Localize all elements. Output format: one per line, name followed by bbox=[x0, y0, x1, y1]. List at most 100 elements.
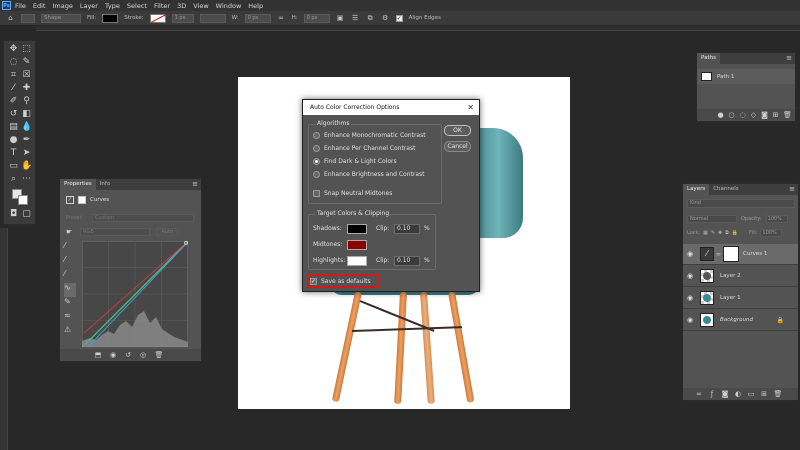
highlights-swatch[interactable] bbox=[347, 255, 367, 266]
lock-position-icon[interactable]: ✥ bbox=[718, 230, 722, 236]
trash-icon[interactable]: 🗑 bbox=[783, 111, 792, 119]
auto-button[interactable]: Auto bbox=[156, 227, 178, 236]
lock-all-icon[interactable]: 🔒 bbox=[732, 230, 738, 236]
tab-paths[interactable]: Paths bbox=[697, 53, 720, 64]
blur-tool-icon[interactable]: 💧 bbox=[21, 122, 32, 133]
stroke-width-field[interactable]: 1 px bbox=[171, 13, 194, 23]
eye-icon[interactable]: ◉ bbox=[685, 272, 695, 280]
menu-edit[interactable]: Edit bbox=[33, 2, 46, 10]
pen-tool-icon[interactable]: ✒ bbox=[21, 135, 32, 146]
shadows-clip-input[interactable]: 0.10 bbox=[394, 223, 420, 234]
frame-tool-icon[interactable]: ☒ bbox=[21, 70, 32, 81]
eye-icon[interactable]: ◉ bbox=[685, 316, 695, 324]
ok-button[interactable]: OK bbox=[444, 125, 471, 136]
zoom-tool-icon[interactable]: ⌕ bbox=[8, 174, 19, 185]
opacity-field[interactable]: 100% bbox=[765, 214, 788, 223]
load-selection-icon[interactable]: ◌ bbox=[739, 111, 746, 119]
trash-icon[interactable]: 🗑 bbox=[155, 351, 164, 359]
stroke-type-select[interactable] bbox=[199, 13, 226, 23]
menu-image[interactable]: Image bbox=[52, 2, 72, 10]
menu-file[interactable]: File bbox=[15, 2, 26, 10]
clip-to-layer-icon[interactable]: ⬒ bbox=[95, 351, 102, 359]
close-icon[interactable]: ✕ bbox=[467, 100, 474, 115]
visibility-icon[interactable]: ◎ bbox=[140, 351, 147, 359]
new-path-icon[interactable]: ⊞ bbox=[772, 111, 779, 119]
preset-select[interactable]: Custom bbox=[92, 213, 194, 222]
tab-channels[interactable]: Channels bbox=[709, 184, 742, 195]
adjustment-layer-icon[interactable]: ◐ bbox=[735, 390, 742, 398]
path-row[interactable]: Path 1 bbox=[697, 69, 795, 84]
layer-row-layer-2[interactable]: ◉ Layer 2 bbox=[683, 266, 798, 287]
layer-style-icon[interactable]: ƒ bbox=[709, 390, 716, 398]
shadows-swatch[interactable] bbox=[347, 223, 367, 234]
menu-select[interactable]: Select bbox=[127, 2, 147, 10]
marquee-tool-icon[interactable]: ⬚ bbox=[21, 44, 32, 55]
lock-pixels-icon[interactable]: ✎ bbox=[711, 230, 715, 236]
gray-point-eyedropper-icon[interactable]: ⁄ bbox=[64, 255, 76, 269]
menu-3d[interactable]: 3D bbox=[177, 2, 186, 10]
new-layer-icon[interactable]: ⊞ bbox=[761, 390, 768, 398]
path-selection-tool-icon[interactable]: ➤ bbox=[21, 148, 32, 159]
move-tool-icon[interactable]: ✥ bbox=[8, 44, 19, 55]
layer-row-background[interactable]: ◉ Background 🔒 bbox=[683, 310, 798, 331]
layer-mask-thumbnail[interactable] bbox=[723, 246, 739, 262]
crop-tool-icon[interactable]: ⌗ bbox=[8, 70, 19, 81]
path-operations-icon[interactable]: ▣ bbox=[336, 14, 345, 23]
radio-button[interactable] bbox=[313, 170, 320, 178]
smooth-curve-icon[interactable]: ≈ bbox=[64, 311, 76, 325]
rectangle-tool-icon[interactable]: ▭ bbox=[8, 161, 19, 172]
fill-swatch[interactable] bbox=[102, 13, 119, 23]
eye-icon[interactable]: ◉ bbox=[685, 250, 695, 258]
panel-menu-icon[interactable]: ≡ bbox=[789, 184, 795, 195]
gear-icon[interactable]: ⚙ bbox=[381, 14, 390, 23]
black-point-eyedropper-icon[interactable]: ⁄ bbox=[64, 241, 76, 255]
snap-checkbox[interactable] bbox=[313, 189, 320, 197]
add-mask-icon[interactable]: ◙ bbox=[761, 111, 768, 119]
lasso-tool-icon[interactable]: ◌ bbox=[8, 57, 19, 68]
menu-view[interactable]: View bbox=[193, 2, 208, 10]
hand-tool-icon[interactable]: ✋ bbox=[21, 161, 32, 172]
radio-brightness-contrast[interactable]: Enhance Brightness and Contrast bbox=[313, 169, 424, 179]
channel-select[interactable]: RGB bbox=[80, 227, 150, 236]
highlights-clip-input[interactable]: 0.10 bbox=[394, 255, 420, 266]
make-work-path-icon[interactable]: ◇ bbox=[750, 111, 757, 119]
blend-mode-select[interactable]: Normal bbox=[687, 214, 737, 223]
curves-graph[interactable] bbox=[82, 241, 188, 347]
history-brush-tool-icon[interactable]: ↺ bbox=[8, 109, 19, 120]
tab-layers[interactable]: Layers bbox=[683, 184, 710, 195]
menu-layer[interactable]: Layer bbox=[80, 2, 98, 10]
lock-artboard-icon[interactable]: ⧉ bbox=[725, 230, 729, 236]
menu-help[interactable]: Help bbox=[248, 2, 263, 10]
height-field[interactable]: 0 px bbox=[303, 13, 330, 23]
stroke-path-icon[interactable]: ○ bbox=[728, 111, 735, 119]
clone-stamp-tool-icon[interactable]: ⚲ bbox=[21, 96, 32, 107]
white-point-eyedropper-icon[interactable]: ⁄ bbox=[64, 269, 76, 283]
radio-per-channel[interactable]: Enhance Per Channel Contrast bbox=[313, 143, 415, 153]
view-previous-icon[interactable]: ◉ bbox=[110, 351, 117, 359]
link-icon[interactable]: ∞ bbox=[277, 14, 286, 23]
panel-menu-icon[interactable]: ≡ bbox=[192, 179, 198, 190]
pencil-draw-icon[interactable]: ✎ bbox=[64, 297, 76, 311]
healing-brush-tool-icon[interactable]: ✚ bbox=[21, 83, 32, 94]
menu-type[interactable]: Type bbox=[105, 2, 120, 10]
fill-path-icon[interactable]: ● bbox=[717, 111, 724, 119]
dodge-tool-icon[interactable]: ● bbox=[8, 135, 19, 146]
link-layers-icon[interactable]: ∞ bbox=[696, 390, 703, 398]
fill-field[interactable]: 100% bbox=[760, 228, 783, 237]
quick-select-tool-icon[interactable]: ✎ bbox=[21, 57, 32, 68]
align-edges-checkbox[interactable]: ✓ bbox=[395, 14, 403, 22]
midtones-swatch[interactable] bbox=[347, 239, 367, 250]
radio-button[interactable] bbox=[313, 144, 320, 152]
add-mask-icon[interactable]: ◙ bbox=[722, 390, 729, 398]
tab-info[interactable]: Info bbox=[96, 179, 114, 190]
brush-tool-icon[interactable]: ✐ bbox=[8, 96, 19, 107]
lock-transparency-icon[interactable]: ▦ bbox=[703, 230, 708, 236]
gradient-tool-icon[interactable]: ▤ bbox=[8, 122, 19, 133]
tool-preset-picker[interactable] bbox=[21, 13, 35, 23]
width-field[interactable]: 0 px bbox=[244, 13, 271, 23]
cancel-button[interactable]: Cancel bbox=[444, 141, 471, 152]
layer-row-layer-1[interactable]: ◉ Layer 1 bbox=[683, 288, 798, 309]
shape-mode-select[interactable]: Shape bbox=[41, 13, 81, 23]
eye-icon[interactable]: ◉ bbox=[685, 294, 695, 302]
radio-monochromatic[interactable]: Enhance Monochromatic Contrast bbox=[313, 130, 426, 140]
